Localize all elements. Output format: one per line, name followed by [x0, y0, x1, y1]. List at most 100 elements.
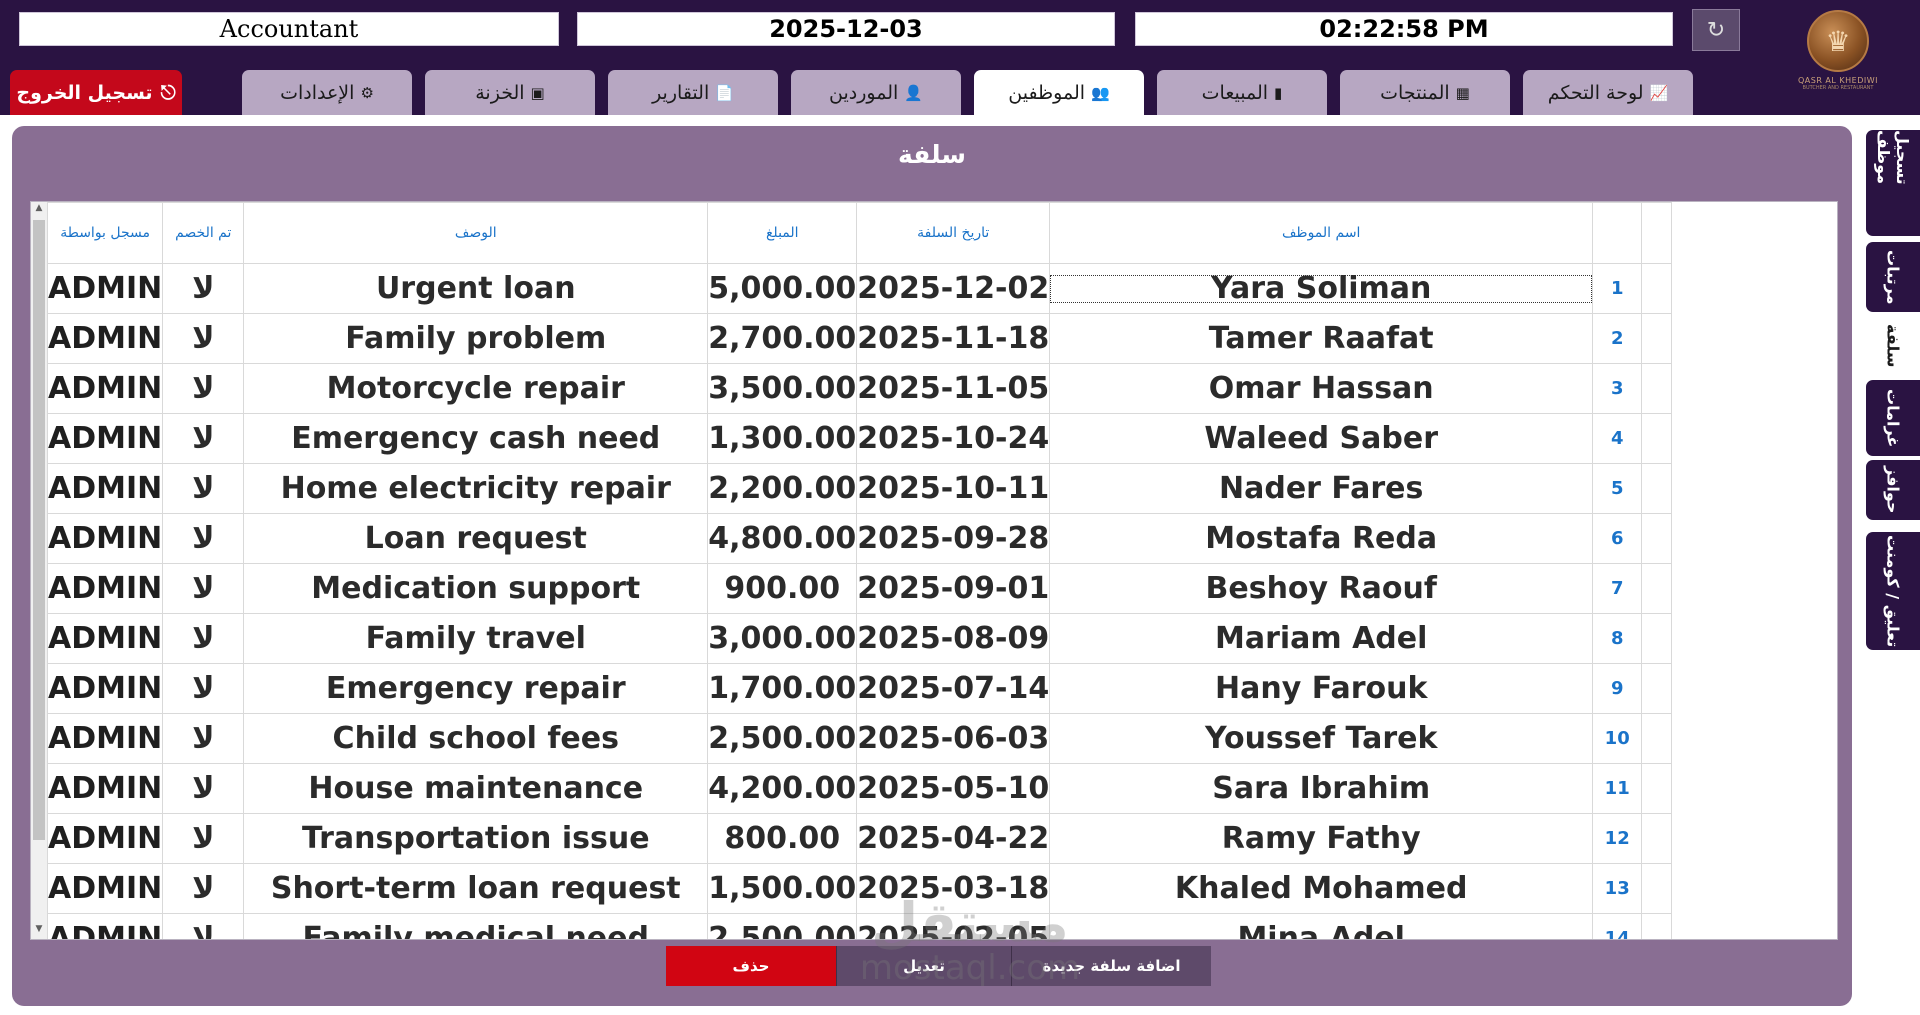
col-header-date[interactable]: تاريخ السلفة	[856, 202, 1051, 264]
cell-by[interactable]: ADMIN	[46, 813, 164, 864]
table-row[interactable]: ADMIN لا Motorcycle repair 3,500.00 2025-11-…	[46, 363, 1673, 414]
table-row[interactable]: ADMIN لا Short-term loan request 1,500.00 20…	[46, 863, 1673, 914]
cell-deducted[interactable]: لا	[162, 713, 245, 764]
cell-by[interactable]: ADMIN	[46, 663, 164, 714]
table-row[interactable]: ADMIN لا Loan request 4,800.00 2025-09-28 Mos…	[46, 513, 1673, 564]
table-scrollbar[interactable]: ▲ ▼	[31, 202, 48, 939]
table-row[interactable]: ADMIN لا Family medical need 2,500.00 2025-0…	[46, 913, 1673, 939]
cell-date[interactable]: 2025-10-11	[856, 463, 1051, 514]
cell-date[interactable]: 2025-12-02	[856, 263, 1051, 314]
col-header-name[interactable]: اسم الموظف	[1049, 202, 1594, 264]
cell-amount[interactable]: 4,800.00	[707, 513, 858, 564]
cell-description[interactable]: Child school fees	[243, 713, 709, 764]
table-row[interactable]: ADMIN لا Urgent loan 5,000.00 2025-12-02 Yara…	[46, 263, 1673, 314]
cell-deducted[interactable]: لا	[162, 763, 245, 814]
cell-name[interactable]: Tamer Raafat	[1049, 313, 1594, 364]
cell-name[interactable]: Yara Soliman	[1049, 263, 1594, 314]
cell-description[interactable]: Loan request	[243, 513, 709, 564]
cell-name[interactable]: Waleed Saber	[1049, 413, 1594, 464]
cell-description[interactable]: Medication support	[243, 563, 709, 614]
cell-name[interactable]: Youssef Tarek	[1049, 713, 1594, 764]
cell-date[interactable]: 2025-11-18	[856, 313, 1051, 364]
cell-amount[interactable]: 1,300.00	[707, 413, 858, 464]
side-tab-5[interactable]: تعليق / كومنت	[1866, 532, 1920, 650]
cell-date[interactable]: 2025-07-14	[856, 663, 1051, 714]
cell-name[interactable]: Omar Hassan	[1049, 363, 1594, 414]
cell-amount[interactable]: 4,200.00	[707, 763, 858, 814]
cell-by[interactable]: ADMIN	[46, 563, 164, 614]
table-row[interactable]: ADMIN لا Emergency cash need 1,300.00 2025-1…	[46, 413, 1673, 464]
tab-6[interactable]: الخزنة ▣	[425, 70, 595, 115]
cell-description[interactable]: House maintenance	[243, 763, 709, 814]
edit-button[interactable]: تعديل	[836, 946, 1011, 986]
cell-name[interactable]: Beshoy Raouf	[1049, 563, 1594, 614]
cell-by[interactable]: ADMIN	[46, 413, 164, 464]
col-header-by[interactable]: مسجل بواسطة	[46, 202, 164, 264]
cell-amount[interactable]: 2,200.00	[707, 463, 858, 514]
cell-deducted[interactable]: لا	[162, 463, 245, 514]
cell-by[interactable]: ADMIN	[46, 713, 164, 764]
cell-name[interactable]: Hany Farouk	[1049, 663, 1594, 714]
cell-description[interactable]: Emergency repair	[243, 663, 709, 714]
logout-button[interactable]: تسجيل الخروج ⎋	[10, 70, 182, 115]
cell-deducted[interactable]: لا	[162, 313, 245, 364]
delete-button[interactable]: حذف	[666, 946, 836, 986]
cell-date[interactable]: 2025-04-22	[856, 813, 1051, 864]
col-header-deducted[interactable]: تم الخصم	[162, 202, 245, 264]
cell-amount[interactable]: 3,500.00	[707, 363, 858, 414]
cell-by[interactable]: ADMIN	[46, 363, 164, 414]
cell-deducted[interactable]: لا	[162, 363, 245, 414]
cell-deducted[interactable]: لا	[162, 613, 245, 664]
cell-amount[interactable]: 800.00	[707, 813, 858, 864]
cell-by[interactable]: ADMIN	[46, 463, 164, 514]
cell-amount[interactable]: 2,500.00	[707, 913, 858, 939]
cell-amount[interactable]: 5,000.00	[707, 263, 858, 314]
refresh-button[interactable]: ↻	[1692, 9, 1740, 51]
tab-4[interactable]: الموردين 👤	[791, 70, 961, 115]
cell-name[interactable]: Mariam Adel	[1049, 613, 1594, 664]
table-row[interactable]: ADMIN لا Child school fees 2,500.00 2025-06-…	[46, 713, 1673, 764]
cell-amount[interactable]: 1,500.00	[707, 863, 858, 914]
cell-by[interactable]: ADMIN	[46, 513, 164, 564]
cell-deducted[interactable]: لا	[162, 863, 245, 914]
tab-5[interactable]: التقارير 📄	[608, 70, 778, 115]
cell-description[interactable]: Family travel	[243, 613, 709, 664]
cell-deducted[interactable]: لا	[162, 913, 245, 939]
cell-date[interactable]: 2025-06-03	[856, 713, 1051, 764]
cell-by[interactable]: ADMIN	[46, 313, 164, 364]
cell-description[interactable]: Family problem	[243, 313, 709, 364]
cell-by[interactable]: ADMIN	[46, 913, 164, 939]
scroll-down-arrow-icon[interactable]: ▼	[31, 924, 47, 938]
cell-date[interactable]: 2025-05-10	[856, 763, 1051, 814]
side-tab-2[interactable]: سلفة	[1866, 316, 1920, 376]
add-advance-button[interactable]: اضافة سلفة جديدة	[1011, 946, 1211, 986]
cell-description[interactable]: Family medical need	[243, 913, 709, 939]
cell-name[interactable]: Mina Adel	[1049, 913, 1594, 939]
scroll-thumb[interactable]	[33, 220, 45, 840]
cell-deducted[interactable]: لا	[162, 663, 245, 714]
cell-deducted[interactable]: لا	[162, 513, 245, 564]
tab-2[interactable]: المبيعات ▮	[1157, 70, 1327, 115]
tab-7[interactable]: الإعدادات ⚙	[242, 70, 412, 115]
cell-date[interactable]: 2025-09-01	[856, 563, 1051, 614]
cell-description[interactable]: Transportation issue	[243, 813, 709, 864]
side-tab-1[interactable]: مرتبات	[1866, 242, 1920, 312]
col-header-amount[interactable]: المبلغ	[707, 202, 858, 264]
cell-description[interactable]: Urgent loan	[243, 263, 709, 314]
cell-date[interactable]: 2025-09-28	[856, 513, 1051, 564]
side-tab-0[interactable]: تسجيل موظف	[1866, 130, 1920, 236]
table-row[interactable]: ADMIN لا Transportation issue 800.00 2025-04…	[46, 813, 1673, 864]
cell-date[interactable]: 2025-03-18	[856, 863, 1051, 914]
cell-by[interactable]: ADMIN	[46, 613, 164, 664]
cell-date[interactable]: 2025-10-24	[856, 413, 1051, 464]
cell-date[interactable]: 2025-11-05	[856, 363, 1051, 414]
cell-date[interactable]: 2025-02-05	[856, 913, 1051, 939]
tab-3[interactable]: الموظفين 👥	[974, 70, 1144, 115]
side-tab-3[interactable]: غرامات	[1866, 380, 1920, 456]
cell-description[interactable]: Emergency cash need	[243, 413, 709, 464]
cell-name[interactable]: Ramy Fathy	[1049, 813, 1594, 864]
cell-amount[interactable]: 900.00	[707, 563, 858, 614]
table-row[interactable]: ADMIN لا Home electricity repair 2,200.00 20…	[46, 463, 1673, 514]
table-row[interactable]: ADMIN لا Family problem 2,700.00 2025-11-18 T…	[46, 313, 1673, 364]
cell-by[interactable]: ADMIN	[46, 863, 164, 914]
